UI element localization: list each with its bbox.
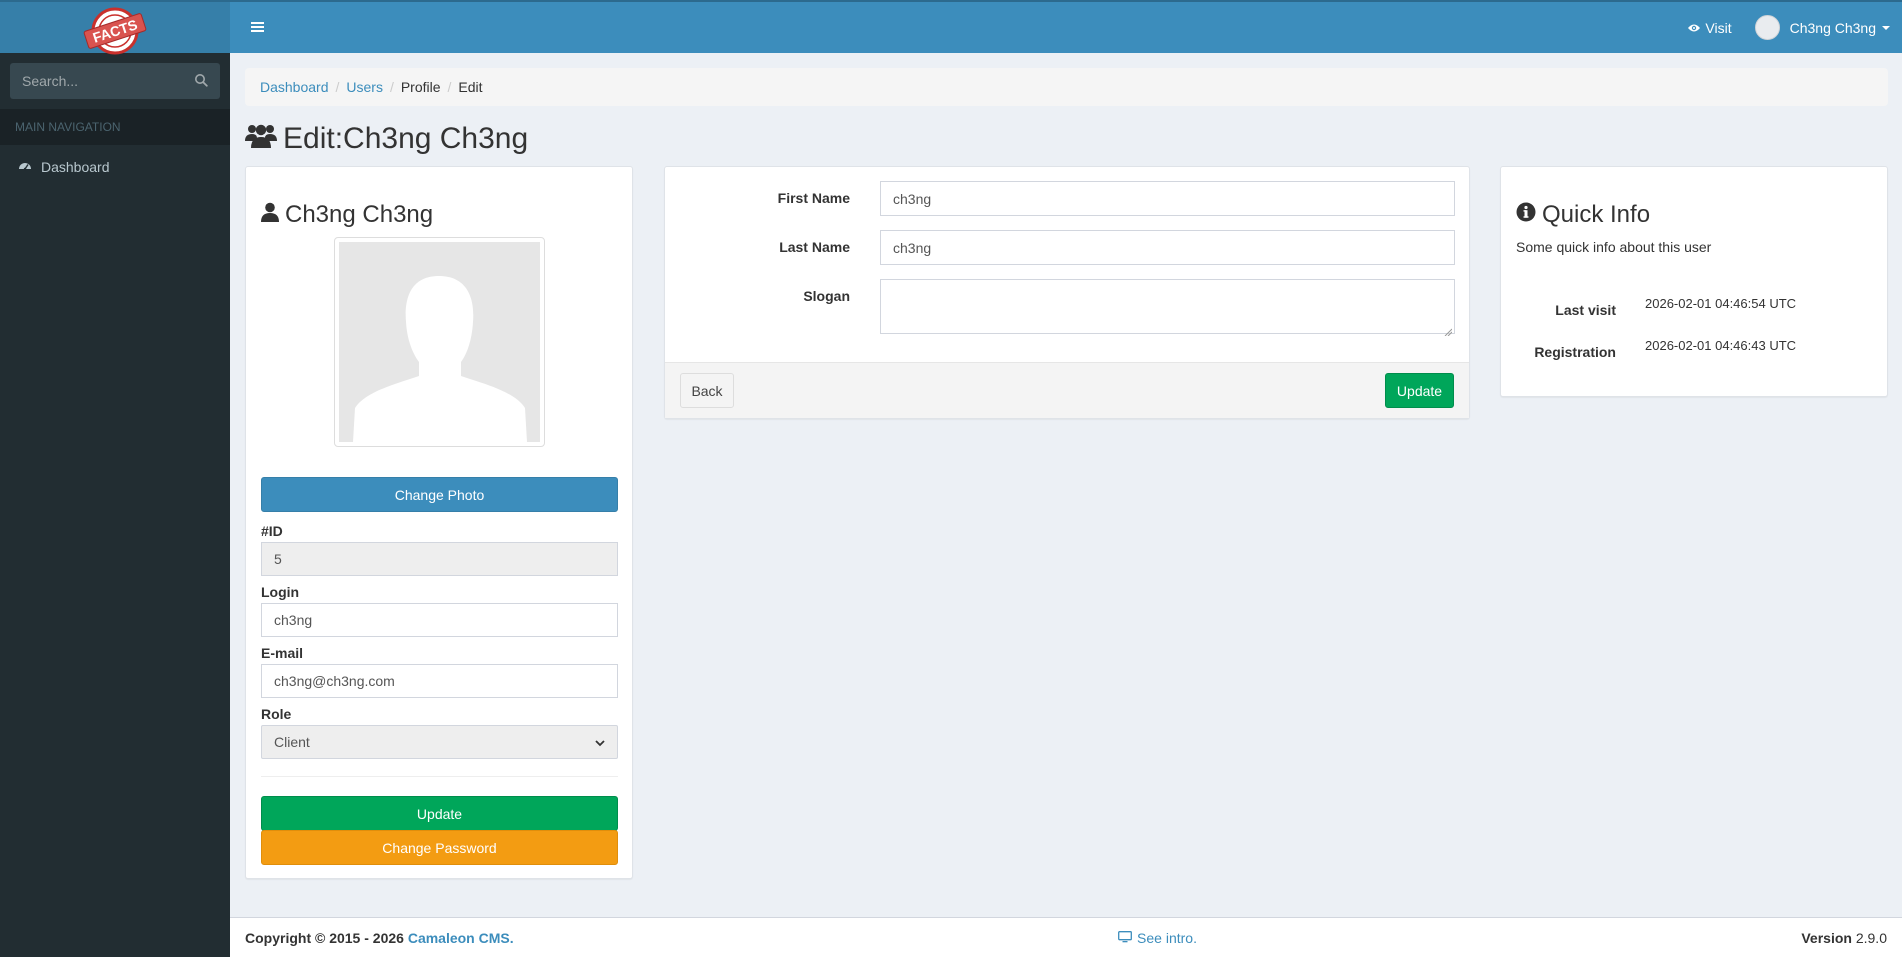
- sidebar-item-dashboard[interactable]: Dashboard: [0, 145, 230, 189]
- copyright-text: Copyright © 2015 - 2026: [245, 929, 404, 946]
- visit-link[interactable]: Visit: [1672, 3, 1746, 53]
- version-info: Version 2.9.0: [1801, 930, 1887, 946]
- menu-toggle-button[interactable]: [238, 3, 278, 53]
- caret-down-icon: [1882, 25, 1890, 30]
- info-icon: [1516, 201, 1542, 229]
- quick-info-title-text: Quick Info: [1542, 201, 1651, 228]
- change-password-button[interactable]: Change Password: [261, 830, 618, 865]
- registration-label: Registration: [1534, 344, 1616, 360]
- quick-info-subtitle: Some quick info about this user: [1516, 239, 1712, 255]
- profile-update-button[interactable]: Update: [261, 796, 618, 831]
- version-label: Version: [1801, 929, 1852, 946]
- sidebar-search: [10, 63, 220, 99]
- topbar-right: Visit Ch3ng Ch3ng: [1672, 3, 1902, 53]
- login-label: Login: [261, 584, 300, 600]
- id-label: #ID: [261, 523, 283, 539]
- form-footer: Back Update: [665, 362, 1469, 418]
- search-icon[interactable]: [194, 73, 208, 90]
- last-name-label: Last Name: [779, 239, 850, 255]
- quick-info-title: Quick Info: [1516, 201, 1650, 229]
- profile-box: Ch3ng Ch3ng Change Photo #ID Login E-mai…: [245, 166, 633, 879]
- monitor-icon: [1118, 930, 1137, 946]
- login-field[interactable]: [261, 603, 618, 637]
- back-button[interactable]: Back: [680, 373, 734, 408]
- page-title: Edit:Ch3ng Ch3ng: [245, 119, 528, 159]
- breadcrumb-separator: /: [389, 79, 394, 95]
- last-visit-value: 2026-02-01 04:46:54 UTC: [1645, 296, 1797, 311]
- avatar-placeholder-icon: [339, 242, 540, 442]
- breadcrumb-users[interactable]: Users: [346, 79, 383, 95]
- breadcrumb-separator: /: [447, 79, 452, 95]
- profile-photo: [334, 237, 545, 447]
- dashboard-icon: [18, 159, 41, 176]
- quick-info-box: Quick Info Some quick info about this us…: [1500, 166, 1888, 397]
- last-name-field[interactable]: [880, 230, 1455, 265]
- version-value: 2.9.0: [1855, 929, 1887, 946]
- divider: [261, 776, 618, 777]
- main-content: Dashboard / Users / Profile / Edit Edit:…: [230, 53, 1902, 917]
- role-select-value: Client: [274, 734, 310, 750]
- last-visit-label: Last visit: [1555, 302, 1616, 318]
- breadcrumb-profile: Profile: [400, 79, 441, 95]
- visit-label: Visit: [1705, 19, 1732, 36]
- user-icon: [261, 201, 285, 229]
- page-title-text: Edit:Ch3ng Ch3ng: [283, 122, 529, 155]
- first-name-field[interactable]: [880, 181, 1455, 216]
- chevron-down-icon: [595, 734, 605, 750]
- user-menu[interactable]: Ch3ng Ch3ng: [1747, 3, 1902, 53]
- see-intro-label: See intro.: [1137, 929, 1197, 946]
- slogan-field[interactable]: [880, 279, 1455, 337]
- registration-value: 2026-02-01 04:46:43 UTC: [1645, 338, 1797, 353]
- eye-icon: [1687, 20, 1705, 36]
- breadcrumb-dashboard[interactable]: Dashboard: [260, 79, 329, 95]
- profile-name-text: Ch3ng Ch3ng: [285, 201, 434, 228]
- role-select[interactable]: Client: [261, 725, 618, 759]
- sidebar: FACTS MAIN NAVIGATION Dashboard: [0, 0, 230, 957]
- slogan-label: Slogan: [803, 288, 850, 304]
- role-label: Role: [261, 706, 292, 722]
- email-field[interactable]: [261, 664, 618, 698]
- change-photo-button[interactable]: Change Photo: [261, 477, 618, 512]
- profile-name: Ch3ng Ch3ng: [261, 201, 433, 229]
- form-update-button[interactable]: Update: [1385, 373, 1454, 408]
- id-field[interactable]: [261, 542, 618, 576]
- avatar: [1754, 15, 1780, 40]
- profile-form-box: First Name Last Name Slogan Back Update: [664, 166, 1470, 419]
- copyright: Copyright © 2015 - 2026 Camaleon CMS.: [245, 930, 514, 946]
- breadcrumb: Dashboard / Users / Profile / Edit: [245, 68, 1888, 106]
- breadcrumb-edit: Edit: [458, 79, 483, 95]
- resize-handle-icon[interactable]: [1444, 323, 1453, 337]
- facts-logo[interactable]: FACTS: [79, 6, 151, 54]
- breadcrumb-separator: /: [335, 79, 340, 95]
- users-icon: [245, 121, 283, 157]
- see-intro-link[interactable]: See intro.: [1118, 930, 1197, 946]
- search-input[interactable]: [22, 73, 182, 89]
- logo-area[interactable]: FACTS: [0, 0, 230, 54]
- email-label: E-mail: [261, 645, 304, 661]
- topbar: Visit Ch3ng Ch3ng: [230, 0, 1902, 53]
- first-name-label: First Name: [777, 190, 850, 206]
- cms-link[interactable]: Camaleon CMS.: [408, 930, 514, 946]
- hamburger-icon: [251, 20, 265, 36]
- nav-header: MAIN NAVIGATION: [0, 109, 230, 145]
- user-name: Ch3ng Ch3ng: [1789, 19, 1876, 36]
- page-footer: Copyright © 2015 - 2026 Camaleon CMS. Se…: [230, 917, 1902, 957]
- sidebar-item-label: Dashboard: [41, 159, 110, 175]
